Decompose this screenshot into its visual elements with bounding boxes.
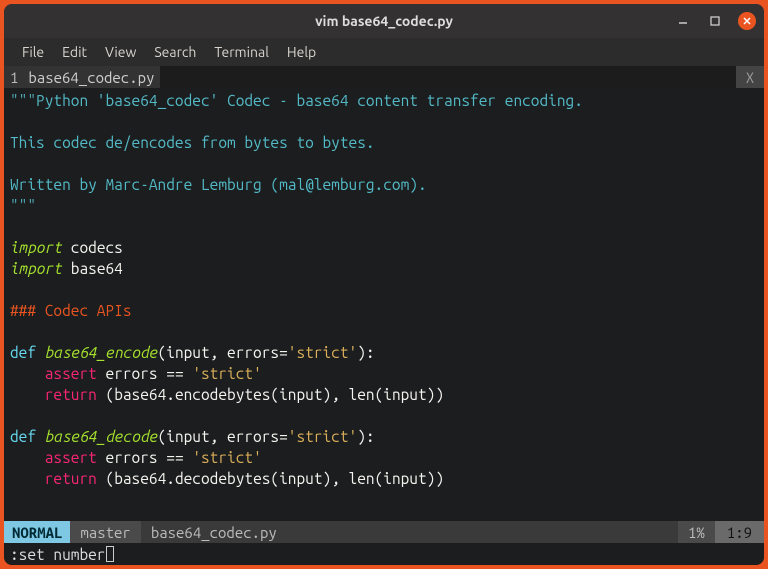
kw-import: import xyxy=(10,260,62,277)
kw-assert: assert xyxy=(45,449,97,466)
status-branch: master xyxy=(70,521,140,543)
close-button[interactable] xyxy=(738,12,756,30)
kw-return: return xyxy=(45,470,97,487)
string: 'strict' xyxy=(288,428,357,445)
menu-search[interactable]: Search xyxy=(146,44,204,60)
window-title: vim base64_codec.py xyxy=(4,13,764,29)
menubar: File Edit View Search Terminal Help xyxy=(4,38,764,66)
minimize-button[interactable] xyxy=(674,12,692,30)
window-controls xyxy=(674,12,756,30)
docstring-open: """ xyxy=(10,92,36,109)
args-close: ): xyxy=(357,428,374,445)
module-base64: base64 xyxy=(71,260,123,277)
kw-assert: assert xyxy=(45,365,97,382)
tab-bar: 1 base64_codec.py X xyxy=(4,66,764,88)
args: (input, errors= xyxy=(158,344,288,361)
menu-view[interactable]: View xyxy=(97,44,144,60)
kw-import: import xyxy=(10,239,62,256)
titlebar: vim base64_codec.py xyxy=(4,4,764,38)
fn-encode: base64_encode xyxy=(45,344,158,361)
expr: errors == xyxy=(97,365,192,382)
tab-active[interactable]: 1 base64_codec.py xyxy=(4,66,160,88)
string: 'strict' xyxy=(192,449,261,466)
editor-viewport[interactable]: """Python 'base64_codec' Codec - base64 … xyxy=(4,88,764,521)
docstring-line: Python 'base64_codec' Codec - base64 con… xyxy=(36,92,583,109)
maximize-button[interactable] xyxy=(706,12,724,30)
return-expr: (base64.decodebytes(input), len(input)) xyxy=(97,470,444,487)
status-filename: base64_codec.py xyxy=(141,524,287,541)
kw-def: def xyxy=(10,428,36,445)
status-percent: 1% xyxy=(678,521,715,543)
docstring-close: """ xyxy=(10,197,36,214)
terminal-window: vim base64_codec.py File Edit View Searc… xyxy=(4,4,764,565)
status-position: 1:9 xyxy=(715,521,764,543)
tab-filename: base64_codec.py xyxy=(28,69,154,86)
cursor-icon xyxy=(106,546,114,562)
args: (input, errors= xyxy=(158,428,288,445)
tab-index: 1 xyxy=(10,69,18,86)
return-expr: (base64.encodebytes(input), len(input)) xyxy=(97,386,444,403)
status-mode: NORMAL xyxy=(4,521,70,543)
menu-help[interactable]: Help xyxy=(279,44,324,60)
command-text: :set number xyxy=(10,546,105,563)
docstring-line: This codec de/encodes from bytes to byte… xyxy=(10,134,375,151)
args-close: ): xyxy=(357,344,374,361)
string: 'strict' xyxy=(192,365,261,382)
module-codecs: codecs xyxy=(71,239,123,256)
docstring-line: Written by Marc-Andre Lemburg (mal@lembu… xyxy=(10,176,427,193)
comment: ### Codec APIs xyxy=(10,302,132,319)
tab-close-button[interactable]: X xyxy=(736,66,764,88)
menu-terminal[interactable]: Terminal xyxy=(206,44,277,60)
menu-file[interactable]: File xyxy=(14,44,52,60)
string: 'strict' xyxy=(288,344,357,361)
expr: errors == xyxy=(97,449,192,466)
fn-decode: base64_decode xyxy=(45,428,158,445)
kw-return: return xyxy=(45,386,97,403)
kw-def: def xyxy=(10,344,36,361)
statusline: NORMAL master base64_codec.py 1% 1:9 xyxy=(4,521,764,543)
command-line[interactable]: :set number xyxy=(4,543,764,565)
menu-edit[interactable]: Edit xyxy=(54,44,95,60)
